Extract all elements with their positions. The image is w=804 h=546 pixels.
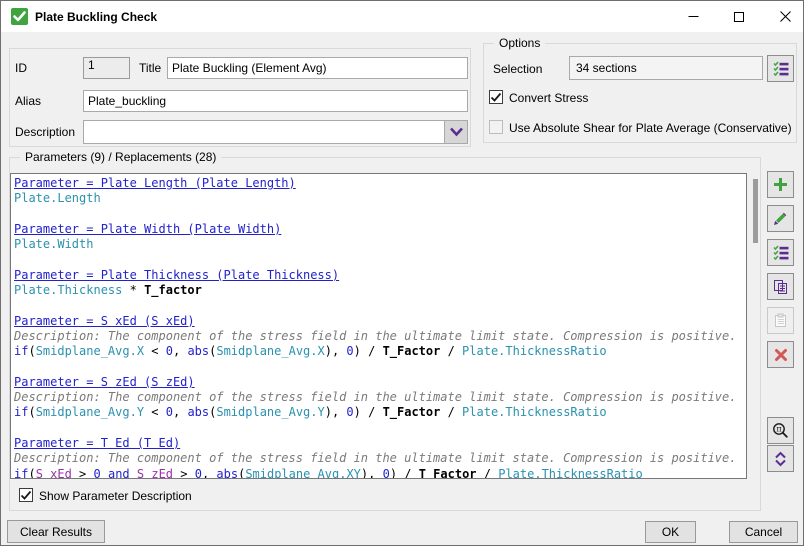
minimize-button[interactable] bbox=[675, 1, 711, 32]
maximize-icon bbox=[734, 12, 744, 22]
convert-stress-checkbox[interactable] bbox=[489, 90, 503, 104]
show-parameter-description-checkbox[interactable] bbox=[19, 488, 33, 502]
alias-label: Alias bbox=[15, 94, 41, 108]
description-combo[interactable] bbox=[83, 120, 468, 144]
parameters-code[interactable]: Parameter = Plate Length (Plate Length)P… bbox=[10, 173, 747, 479]
app-check-icon bbox=[11, 8, 28, 25]
pi-search-icon: π bbox=[772, 422, 789, 439]
alias-input[interactable] bbox=[83, 90, 468, 112]
abs-shear-checkbox[interactable] bbox=[489, 120, 503, 134]
clear-results-button[interactable]: Clear Results bbox=[7, 520, 105, 543]
id-field: 1 bbox=[83, 57, 130, 79]
ok-button[interactable]: OK bbox=[645, 521, 696, 543]
description-input[interactable] bbox=[84, 121, 444, 143]
id-label: ID bbox=[15, 61, 27, 75]
edit-pencil-icon bbox=[773, 211, 788, 226]
delete-icon bbox=[774, 348, 788, 362]
add-parameter-button[interactable] bbox=[767, 171, 794, 198]
maximize-button[interactable] bbox=[721, 1, 757, 32]
title-input[interactable] bbox=[167, 57, 468, 79]
pi-search-button[interactable]: π bbox=[767, 417, 794, 444]
window-title: Plate Buckling Check bbox=[35, 10, 157, 24]
copy-button[interactable] bbox=[767, 273, 794, 300]
expand-collapse-icon bbox=[773, 451, 788, 467]
code-scrollbar-thumb[interactable] bbox=[753, 179, 758, 243]
plate-buckling-check-dialog: Plate Buckling Check ID 1 Title Alias De… bbox=[0, 0, 804, 546]
description-label: Description bbox=[15, 125, 75, 139]
title-label: Title bbox=[139, 61, 161, 75]
selection-field[interactable]: 34 sections bbox=[569, 56, 763, 80]
paste-button bbox=[767, 307, 794, 334]
checklist-icon bbox=[773, 61, 789, 76]
expand-collapse-button[interactable] bbox=[767, 445, 794, 472]
show-parameter-description-label: Show Parameter Description bbox=[39, 489, 192, 503]
selection-label: Selection bbox=[493, 62, 542, 76]
abs-shear-label: Use Absolute Shear for Plate Average (Co… bbox=[509, 121, 792, 135]
options-group-label: Options bbox=[494, 36, 545, 50]
cancel-button[interactable]: Cancel bbox=[729, 521, 798, 543]
description-dropdown-button[interactable] bbox=[444, 121, 467, 143]
parameter-checklist-button[interactable] bbox=[767, 239, 794, 266]
svg-text:π: π bbox=[776, 425, 781, 434]
checkmark-icon bbox=[490, 92, 502, 103]
chevron-down-icon bbox=[449, 127, 464, 137]
close-button[interactable] bbox=[767, 1, 803, 32]
convert-stress-label: Convert Stress bbox=[509, 91, 588, 105]
titlebar[interactable]: Plate Buckling Check bbox=[1, 1, 803, 32]
paste-icon bbox=[773, 313, 788, 328]
selection-checklist-button[interactable] bbox=[767, 55, 794, 82]
edit-parameter-button[interactable] bbox=[767, 205, 794, 232]
parameters-group-label: Parameters (9) / Replacements (28) bbox=[20, 150, 221, 164]
add-icon bbox=[773, 177, 788, 192]
copy-icon bbox=[773, 279, 788, 294]
close-icon bbox=[780, 11, 791, 22]
minimize-icon bbox=[688, 11, 699, 22]
checkmark-icon bbox=[20, 490, 32, 501]
checklist-icon bbox=[773, 245, 789, 260]
delete-button[interactable] bbox=[767, 341, 794, 368]
